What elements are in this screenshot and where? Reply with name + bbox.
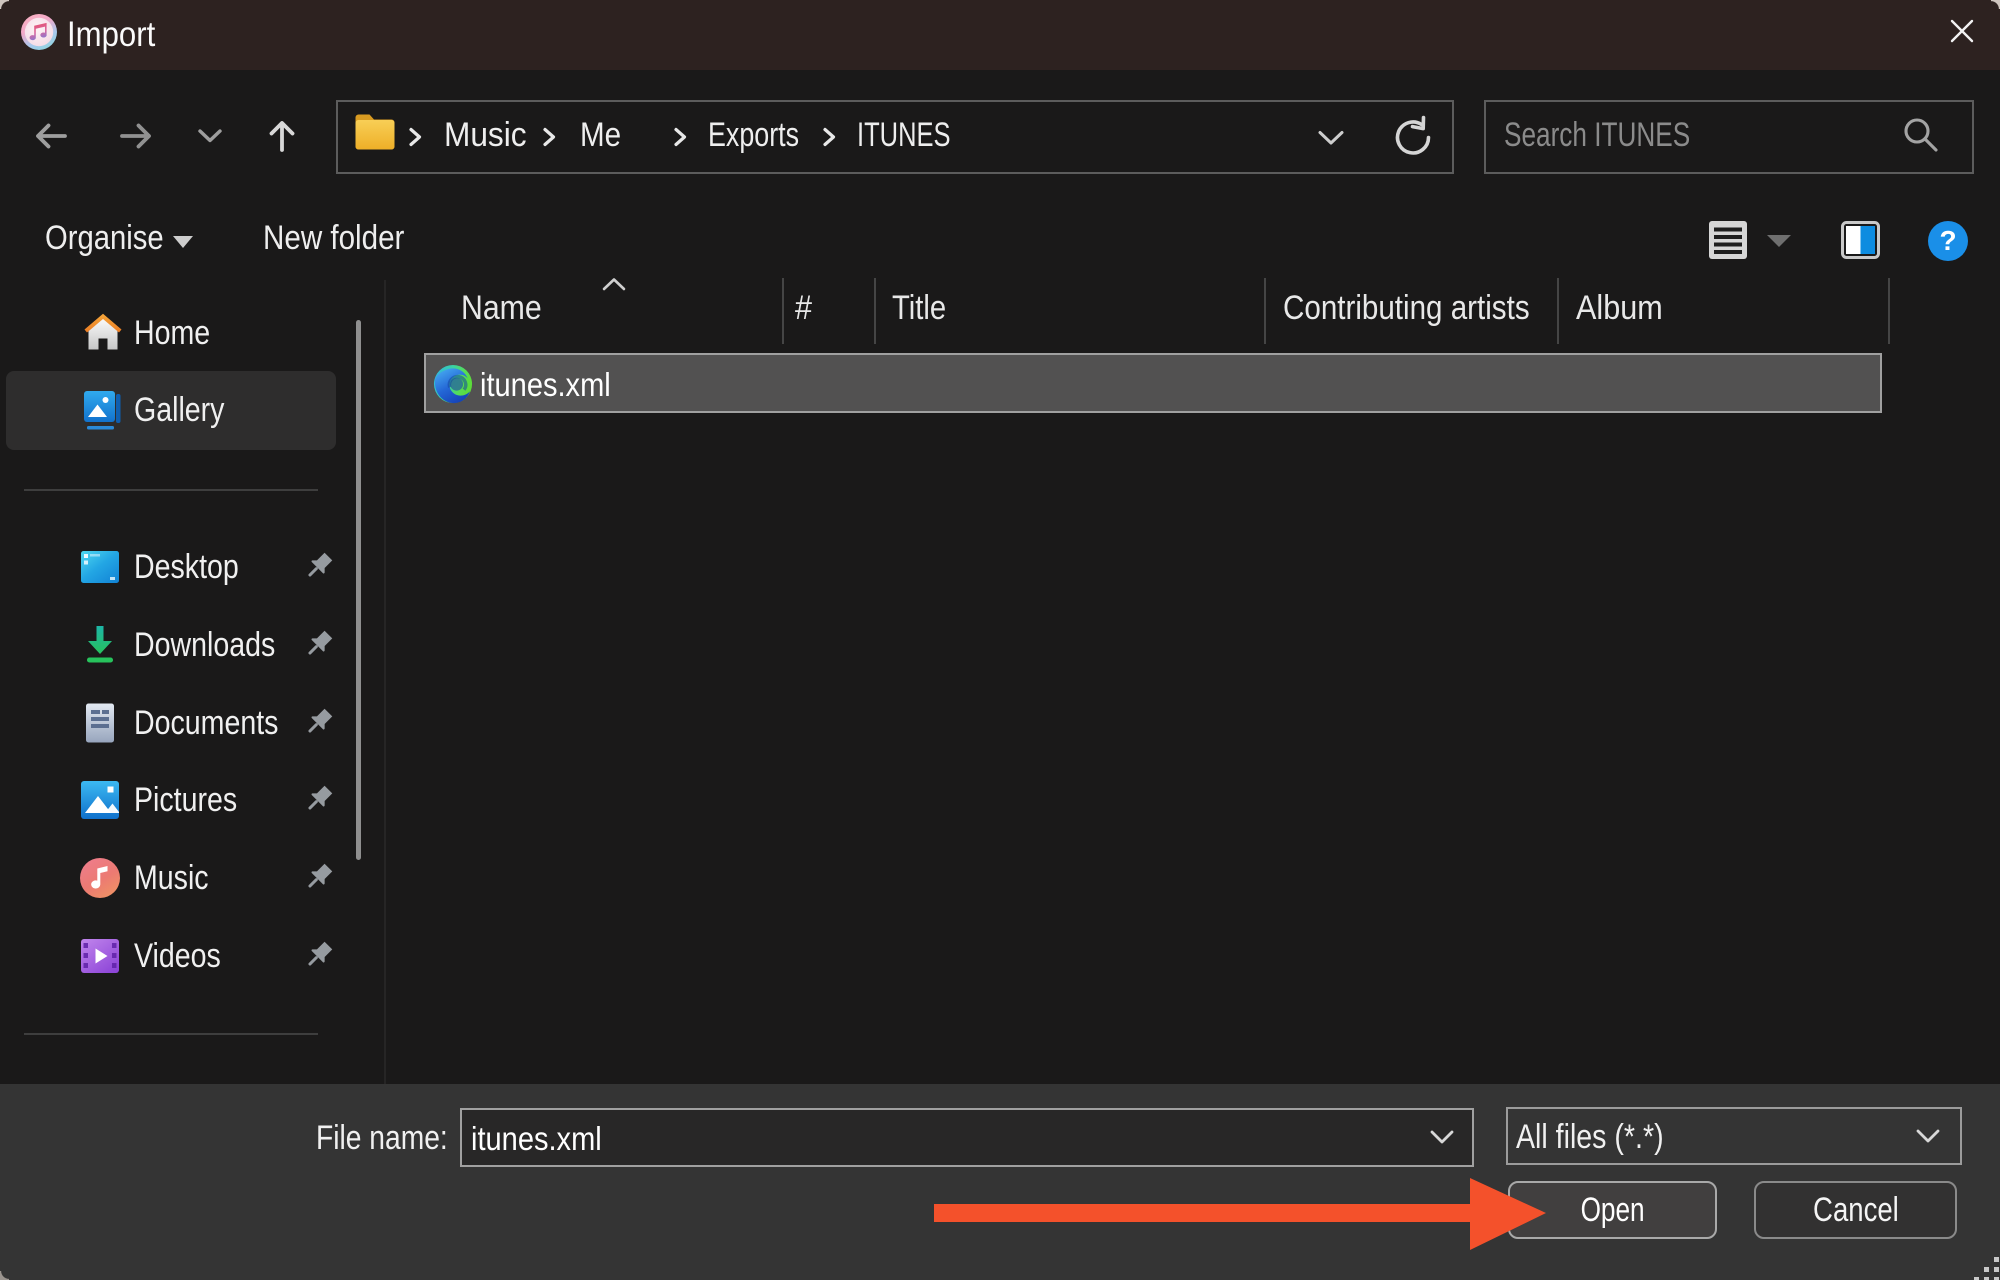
svg-text:?: ?	[1939, 225, 1956, 256]
